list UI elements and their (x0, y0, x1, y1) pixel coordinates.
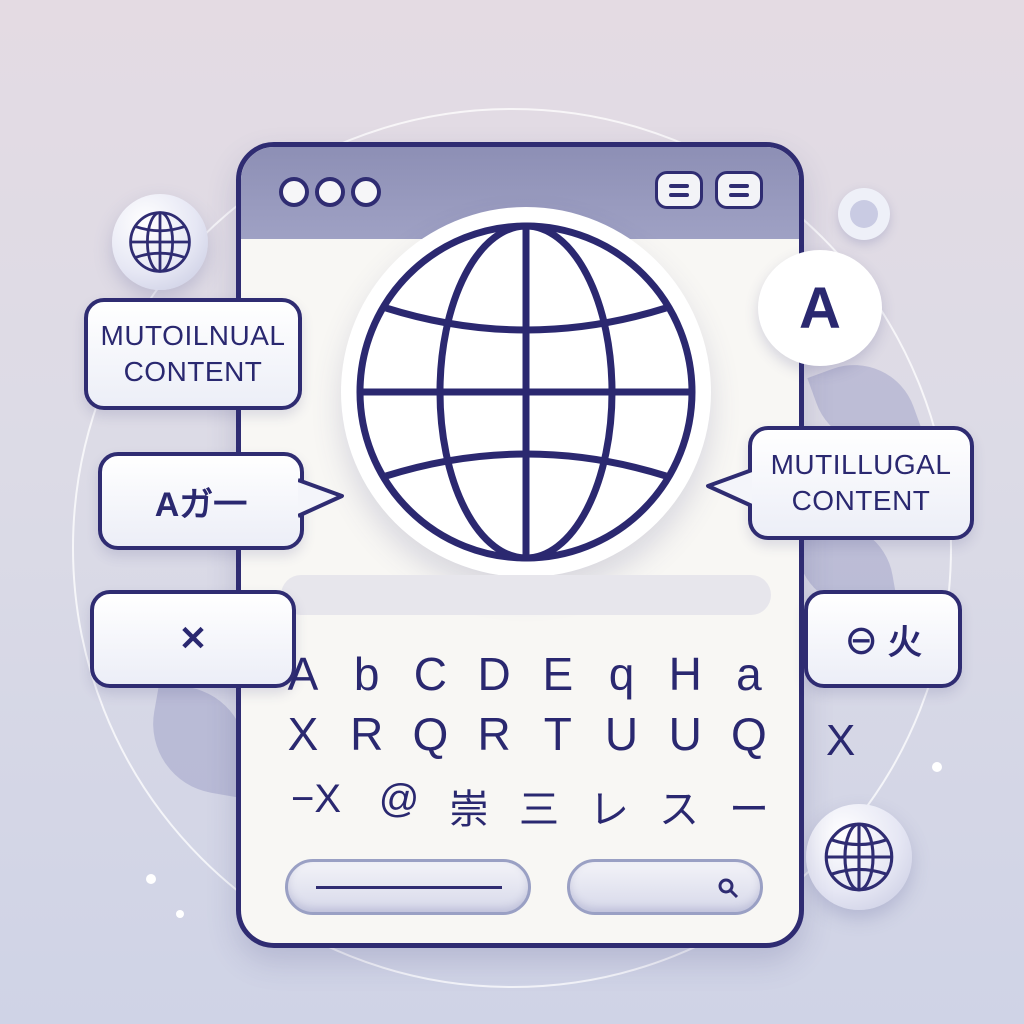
key[interactable]: C (408, 647, 452, 701)
globe-orb-top-left (112, 194, 208, 290)
bubble-line: CONTENT (123, 356, 263, 387)
menu-button[interactable] (655, 171, 703, 209)
url-bar[interactable] (281, 575, 771, 615)
key[interactable]: T (536, 707, 580, 761)
sparkle (146, 874, 156, 884)
keyboard-row-2: X R Q R T U U Q (281, 707, 771, 761)
key[interactable]: q (600, 647, 644, 701)
bubble-tail (298, 478, 344, 518)
menu-icon (669, 183, 689, 188)
key[interactable]: @ (377, 777, 421, 835)
search-icon[interactable] (716, 876, 740, 900)
key[interactable]: ス (657, 777, 701, 835)
language-bubble-low-left: ✕ (90, 590, 296, 688)
bubble-line: CONTENT (791, 485, 931, 516)
globe-icon (824, 822, 894, 892)
letter-a: A (799, 275, 841, 341)
ring-decoration (838, 188, 890, 240)
sparkle (176, 910, 184, 918)
key[interactable]: R (472, 707, 516, 761)
search-field[interactable] (567, 859, 763, 915)
globe-icon (356, 222, 696, 562)
key[interactable]: b (345, 647, 389, 701)
x-mark: X (826, 716, 856, 765)
key[interactable]: 崇 (447, 777, 491, 835)
menu-icon (729, 183, 749, 188)
key[interactable]: a (727, 647, 771, 701)
bubble-tail (706, 468, 752, 508)
key[interactable]: H (663, 647, 707, 701)
window-dot[interactable] (315, 177, 345, 207)
browser-window: A b C D E q H a X R Q R T U U Q −X @ 崇 三… (236, 142, 804, 948)
bubble-line: MUTOILNUAL (100, 320, 286, 351)
key[interactable]: Q (408, 707, 452, 761)
keyboard-row-3: −X @ 崇 三 レ ス ー (281, 777, 771, 835)
key[interactable]: U (663, 707, 707, 761)
key[interactable]: レ (587, 777, 631, 835)
window-dot[interactable] (351, 177, 381, 207)
key[interactable]: R (345, 707, 389, 761)
sparkle (932, 762, 942, 772)
key[interactable]: U (600, 707, 644, 761)
key[interactable]: D (472, 647, 516, 701)
globe-icon (129, 211, 191, 273)
menu-button[interactable] (715, 171, 763, 209)
language-glyphs: Aガ一 (154, 485, 248, 524)
globe-disc (341, 207, 711, 577)
window-dot[interactable] (279, 177, 309, 207)
key[interactable]: X (281, 707, 325, 761)
multilingual-bubble-right: MUTILLUGAL CONTENT (748, 426, 974, 540)
bubble-line: MUTILLUGAL (770, 449, 952, 480)
key[interactable]: Q (727, 707, 771, 761)
translate-letter-bubble: A (758, 250, 882, 366)
language-glyphs: ⊖ 火 (844, 623, 922, 662)
key[interactable]: 三 (517, 777, 561, 835)
keyboard-row-1: A b C D E q H a (281, 647, 771, 701)
key[interactable]: ー (727, 777, 771, 835)
language-bubble-left: Aガ一 (98, 452, 304, 550)
key[interactable]: E (536, 647, 580, 701)
key[interactable]: −X (281, 777, 351, 835)
text-input-field[interactable] (285, 859, 531, 915)
multilingual-bubble-left: MUTOILNUAL CONTENT (84, 298, 302, 410)
language-glyphs: ✕ (178, 620, 208, 658)
language-bubble-low-right: ⊖ 火 (804, 590, 962, 688)
globe-orb-bottom-right (806, 804, 912, 910)
